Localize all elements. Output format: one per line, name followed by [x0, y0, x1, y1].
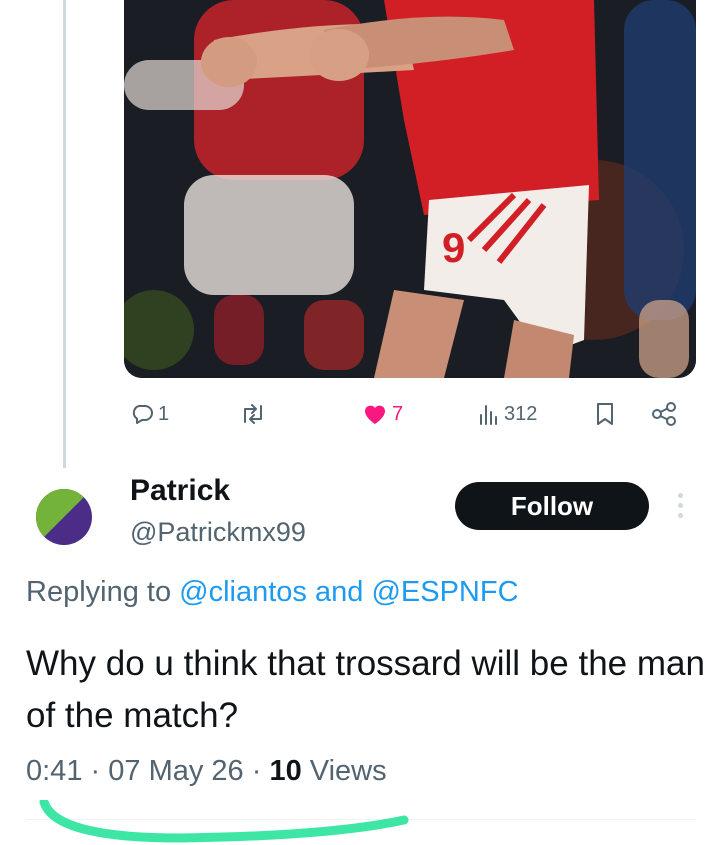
reply-count: 1: [158, 402, 170, 425]
follow-button[interactable]: Follow: [455, 482, 649, 530]
svg-text:9: 9: [442, 224, 465, 271]
retweet-icon: [240, 402, 266, 426]
tweet-meta: 0:41 · 07 May 26 · 10 Views: [26, 755, 387, 788]
thread-connector-line: [63, 0, 66, 468]
replying-to-line: Replying to @cliantos and @ESPNFC: [26, 576, 519, 609]
separator-dot: ·: [251, 755, 262, 787]
retweet-button[interactable]: [240, 394, 266, 434]
views-count: 10: [269, 755, 302, 787]
avatar[interactable]: [36, 489, 92, 545]
views-count: 312: [504, 402, 538, 425]
mention-link[interactable]: @ESPNFC: [371, 576, 518, 608]
tweet-time[interactable]: 0:41: [26, 755, 82, 787]
replying-prefix: Replying to: [26, 576, 172, 608]
views-icon: [478, 402, 500, 426]
reply-icon: [130, 402, 154, 426]
tweet-media-image[interactable]: 9: [124, 0, 696, 378]
more-icon[interactable]: [674, 490, 686, 522]
highlight-underline-annotation: [39, 800, 409, 843]
author-name[interactable]: Patrick: [130, 474, 230, 508]
views-label: Views: [309, 755, 387, 787]
share-button[interactable]: [650, 394, 678, 434]
views-button[interactable]: 312: [478, 394, 537, 434]
mention-conjunction: and: [315, 576, 364, 608]
heart-icon: [362, 402, 388, 426]
tweet-text: Why do u think that trossard will be the…: [26, 644, 705, 735]
mention-link[interactable]: @cliantos: [179, 576, 307, 608]
tweet-action-bar: 1 7 312: [124, 394, 696, 434]
like-count: 7: [392, 402, 404, 425]
tweet-date[interactable]: 07 May 26: [108, 755, 243, 787]
bookmark-icon: [594, 401, 616, 427]
reply-button[interactable]: 1: [130, 394, 169, 434]
separator-dot: ·: [90, 755, 101, 787]
author-handle[interactable]: @Patrickmx99: [130, 517, 306, 548]
like-button[interactable]: 7: [362, 394, 403, 434]
share-icon: [650, 401, 678, 427]
bookmark-button[interactable]: [594, 394, 616, 434]
